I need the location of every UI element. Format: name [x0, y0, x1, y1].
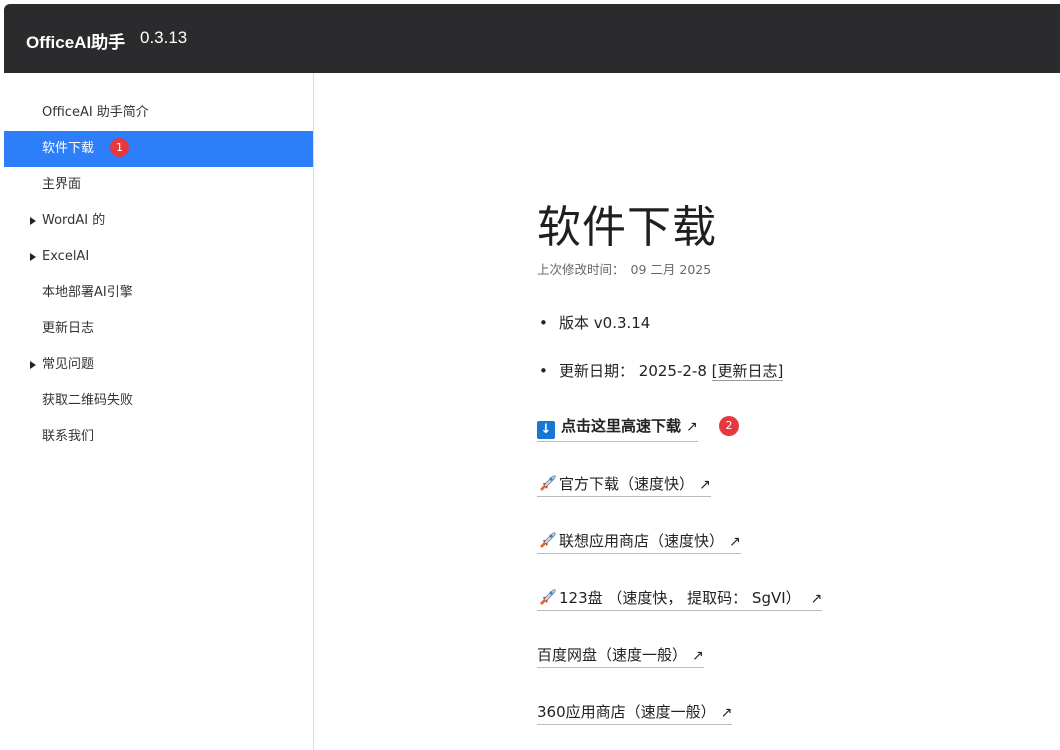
- store360-link[interactable]: 360应用商店（速度一般） ↗: [537, 701, 733, 725]
- sidebar-item-label: 主界面: [42, 177, 82, 192]
- sidebar-item-local-ai[interactable]: 本地部署AI引擎: [4, 275, 313, 311]
- update-label: 更新日期：: [559, 362, 635, 380]
- caret-right-icon[interactable]: [30, 217, 36, 225]
- sidebar-item-main-ui[interactable]: 主界面: [4, 167, 313, 203]
- brand-title[interactable]: OfficeAI助手: [26, 28, 125, 53]
- step-badge: 2: [719, 416, 739, 436]
- sidebar-item-label: 常见问题: [42, 357, 95, 372]
- download-icon: ↓: [537, 421, 555, 439]
- sidebar-item-label: WordAI 的: [42, 213, 106, 228]
- version-text: 版本 v0.3.14: [559, 314, 651, 332]
- caret-right-icon[interactable]: [30, 253, 36, 261]
- sidebar-item-label: 软件下载: [42, 141, 95, 156]
- baidu-pan-label: 百度网盘（速度一般）: [537, 646, 688, 664]
- external-link-icon: ↗: [686, 419, 698, 435]
- last-modified: 上次修改时间： 09 二月 2025: [537, 259, 711, 278]
- list-item: 更新日期： 2025-2-8 [更新日志]: [537, 361, 784, 409]
- sidebar-item-contact[interactable]: 联系我们: [4, 419, 313, 455]
- sidebar-nav-list: OfficeAI 助手简介 软件下载 1 主界面 WordAI 的 ExcelAI…: [4, 73, 313, 455]
- sidebar-item-label: 联系我们: [42, 429, 95, 444]
- caret-right-icon[interactable]: [30, 361, 36, 369]
- rocket-icon: [540, 532, 556, 548]
- sidebar-item-excelai[interactable]: ExcelAI: [4, 239, 313, 275]
- external-link-icon: ↗: [692, 648, 704, 664]
- sidebar-item-wordai[interactable]: WordAI 的: [4, 203, 313, 239]
- sidebar-item-label: 更新日志: [42, 321, 95, 336]
- page-title: 软件下载: [537, 202, 717, 253]
- sidebar-item-label: ExcelAI: [42, 249, 90, 264]
- lenovo-store-label: 联想应用商店（速度快）: [559, 532, 725, 550]
- official-download-link[interactable]: 官方下载（速度快） ↗: [537, 473, 711, 497]
- official-download-label: 官方下载（速度快）: [559, 475, 695, 493]
- fast-download-label: 点击这里高速下载: [561, 417, 682, 435]
- sidebar-item-download[interactable]: 软件下载 1: [4, 131, 313, 167]
- external-link-icon: ↗: [699, 477, 711, 493]
- top-navbar: OfficeAI助手 0.3.13: [4, 4, 1060, 73]
- step-badge: 1: [110, 138, 130, 157]
- rocket-icon: [540, 475, 556, 491]
- sidebar-item-label: 本地部署AI引擎: [42, 285, 133, 300]
- update-date: 2025-2-8: [638, 362, 707, 380]
- pan123-link[interactable]: 123盘 （速度快， 提取码： SgVI） ↗: [537, 587, 823, 611]
- sidebar-item-label: 获取二维码失败: [42, 393, 134, 408]
- list-item: 版本 v0.3.14: [537, 313, 783, 361]
- sidebar-item-label: OfficeAI 助手简介: [42, 105, 149, 120]
- external-link-icon: ↗: [810, 591, 823, 607]
- store360-label: 360应用商店（速度一般）: [537, 703, 716, 721]
- changelog-link[interactable]: [更新日志]: [711, 362, 784, 381]
- version-label: 0.3.13: [140, 28, 188, 47]
- external-link-icon: ↗: [720, 705, 733, 721]
- sidebar-item-faq[interactable]: 常见问题: [4, 347, 313, 383]
- sidebar-item-changelog[interactable]: 更新日志: [4, 311, 313, 347]
- sidebar-item-qrcode[interactable]: 获取二维码失败: [4, 383, 313, 419]
- info-list: 版本 v0.3.14 更新日期： 2025-2-8 [更新日志]: [537, 313, 784, 409]
- external-link-icon: ↗: [729, 534, 741, 550]
- sidebar-item-intro[interactable]: OfficeAI 助手简介: [4, 95, 313, 131]
- baidu-pan-link[interactable]: 百度网盘（速度一般） ↗: [537, 644, 704, 668]
- lenovo-store-link[interactable]: 联想应用商店（速度快） ↗: [537, 530, 741, 554]
- pan123-label: 123盘 （速度快， 提取码： SgVI）: [559, 589, 806, 607]
- modified-date: 09 二月 2025: [630, 262, 712, 277]
- sidebar: OfficeAI 助手简介 软件下载 1 主界面 WordAI 的 ExcelAI…: [4, 73, 314, 750]
- fast-download-link[interactable]: ↓ 点击这里高速下载 ↗: [537, 415, 698, 442]
- modified-label: 上次修改时间：: [537, 262, 625, 277]
- rocket-icon: [540, 589, 556, 605]
